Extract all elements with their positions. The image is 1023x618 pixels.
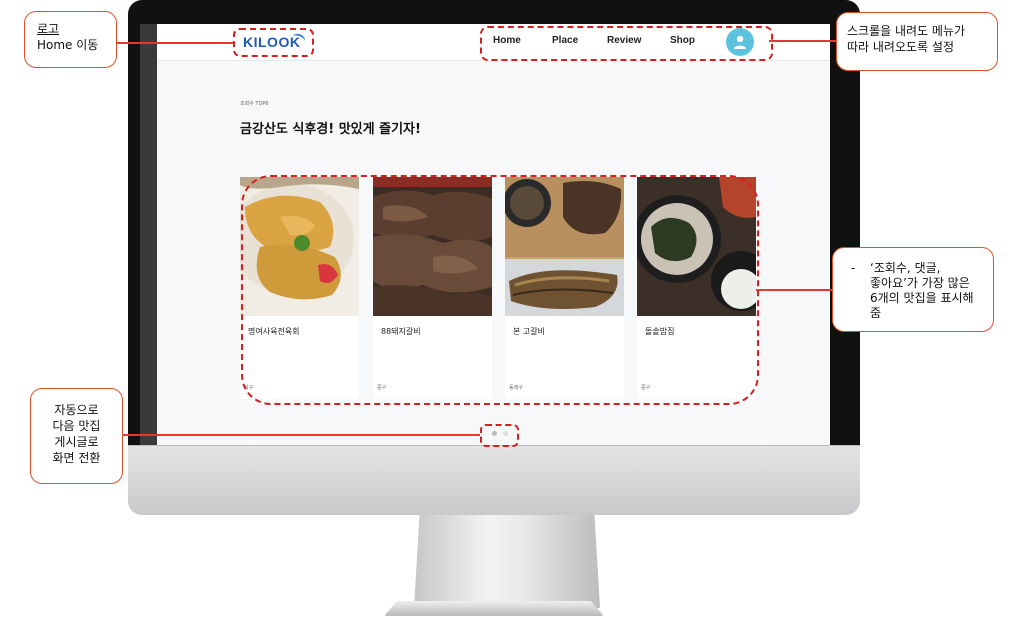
annotation-text: ‘조회수, 댓글, [870,261,941,275]
annotation-text: 게시글로 [54,435,99,449]
menu-annotation: 스크롤을 내려도 메뉴가 따라 내려오도록 설정 [836,12,998,71]
pagination-connector-line [123,434,480,436]
monitor-stand-neck [414,514,600,608]
monitor-chin [128,445,860,515]
cards-connector-line [756,289,832,291]
cards-highlight-box [241,175,759,405]
annotation-text: 6개의 맛집을 표시해 [870,291,974,305]
logo-connector-line [117,42,233,44]
section-eyebrow: 조회수 TOP6 [240,101,269,107]
annotation-text: 화면 전환 [52,451,101,465]
screen-left-strip [140,24,157,445]
annotation-text: 줌 [870,306,882,320]
logo-highlight-box [233,28,314,57]
logo-annotation: 로고 Home 이동 [24,11,117,68]
annotation-bullet: - [851,261,856,275]
menu-highlight-box [480,26,773,61]
section-title: 금강산도 식후경! 맛있게 즐기자! [240,122,421,137]
annotation-text: 따라 내려오도록 설정 [847,40,954,54]
monitor-stand-base [384,601,604,616]
menu-connector-line [769,40,836,42]
annotation-text: Home 이동 [37,38,99,52]
slider-annotation: 자동으로 다음 맛집 게시글로 화면 전환 [30,388,123,484]
annotation-text: 좋아요’가 가장 많은 [870,276,970,290]
pagination-highlight-box [480,424,519,447]
annotation-text: 로고 [37,22,60,36]
annotation-text: 다음 맛집 [52,419,101,433]
annotation-text: 스크롤을 내려도 메뉴가 [847,24,966,38]
cards-annotation: - ‘조회수, 댓글, 좋아요’가 가장 많은 6개의 맛집을 표시해 줌 [832,247,994,332]
annotation-text: 자동으로 [54,403,99,417]
